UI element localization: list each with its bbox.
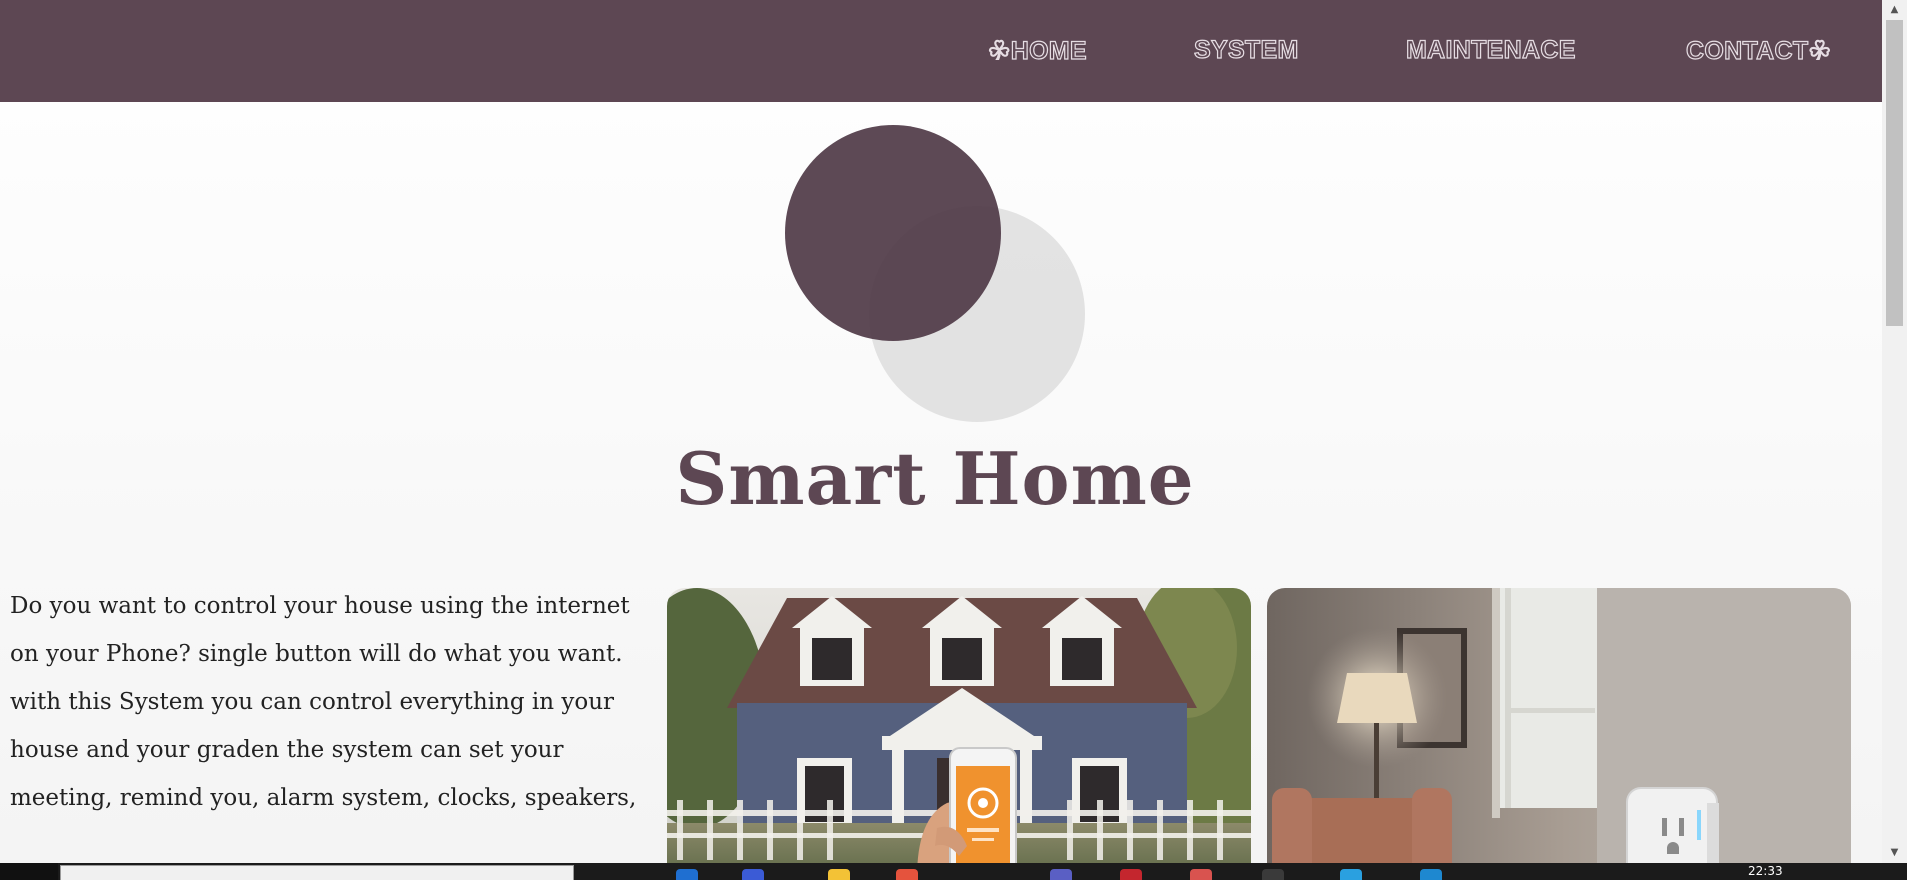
office-icon[interactable]: [1120, 869, 1142, 880]
start-button[interactable]: [0, 863, 58, 880]
site-logo: [780, 122, 1090, 422]
page-title: Smart Home: [675, 436, 1195, 521]
taskbar-search-box[interactable]: [60, 865, 574, 880]
edge-browser-icon[interactable]: [676, 869, 698, 880]
living-room-photo: [1267, 588, 1851, 863]
teams-icon[interactable]: [1050, 869, 1072, 880]
scroll-down-arrow-icon[interactable]: ▼: [1882, 843, 1907, 863]
vscode-icon[interactable]: [1420, 869, 1442, 880]
chrome-browser-icon[interactable]: [896, 869, 918, 880]
nav-maintenance-link[interactable]: MAINTENACE: [1405, 35, 1576, 65]
scroll-up-arrow-icon[interactable]: ▲: [1882, 0, 1907, 20]
browser-viewport: ☘HOME SYSTEM MAINTENACE CONTACT☘ Smart H…: [0, 0, 1882, 863]
os-taskbar: 22:33: [0, 863, 1907, 880]
logo-dark-circle: [785, 125, 1001, 341]
nav-contact-link[interactable]: CONTACT☘: [1685, 36, 1831, 66]
top-navbar: ☘HOME SYSTEM MAINTENACE CONTACT☘: [0, 0, 1882, 102]
intro-text: Do you want to control your house using …: [10, 582, 660, 822]
store-icon[interactable]: [1340, 869, 1362, 880]
file-explorer-icon[interactable]: [828, 869, 850, 880]
intro-paragraph-1: Do you want to control your house using …: [10, 593, 630, 667]
taskbar-clock[interactable]: 22:33: [1748, 864, 1783, 878]
vertical-scrollbar[interactable]: ▲ ▼: [1882, 0, 1907, 863]
intro-paragraph-2: with this System you can control everyth…: [10, 689, 637, 811]
terminal-icon[interactable]: [1262, 869, 1284, 880]
house-photo: [667, 588, 1251, 863]
nav-home-link[interactable]: ☘HOME: [987, 36, 1087, 66]
active-browser-icon[interactable]: [1190, 869, 1212, 880]
app-icon[interactable]: [742, 869, 764, 880]
scroll-thumb[interactable]: [1886, 20, 1903, 326]
nav-system-link[interactable]: SYSTEM: [1193, 35, 1299, 65]
